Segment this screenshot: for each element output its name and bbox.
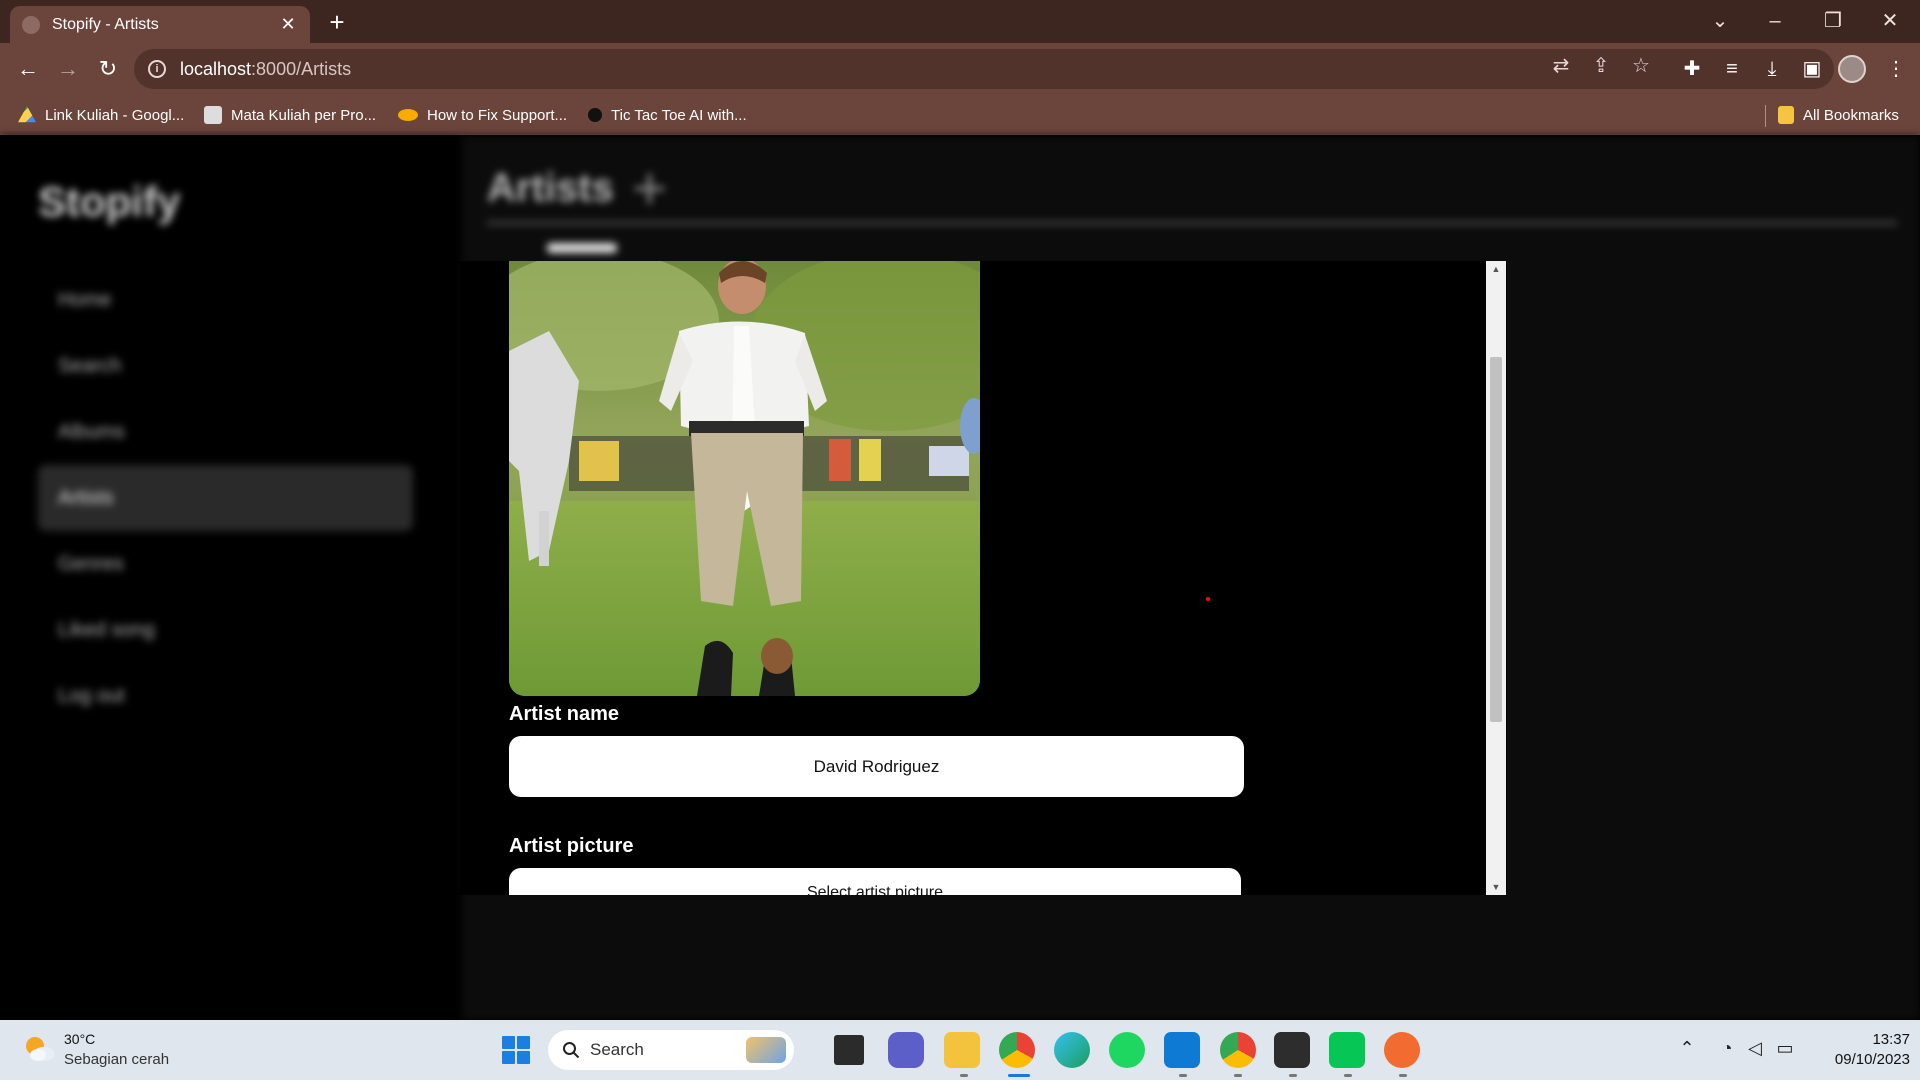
- app-indicator: [1234, 1074, 1242, 1077]
- side-panel-icon[interactable]: ▣: [1796, 53, 1828, 85]
- sidebar-item-home[interactable]: Home: [38, 267, 413, 333]
- app-indicator: [1399, 1074, 1407, 1077]
- app-indicator: [1179, 1074, 1187, 1077]
- site-icon: [204, 106, 222, 124]
- chevron-up-icon[interactable]: ⌃: [1675, 1038, 1699, 1059]
- weather-temperature: 30°C: [64, 1031, 96, 1047]
- browser-tabstrip: Stopify - Artists ✕ + ⌄ – ❐ ✕: [0, 0, 1920, 43]
- volume-icon[interactable]: ◁: [1743, 1038, 1767, 1059]
- search-icon: [563, 1042, 580, 1059]
- postman-icon[interactable]: [1384, 1032, 1420, 1068]
- chrome-profile-icon[interactable]: [1220, 1032, 1256, 1068]
- content-tab: [547, 243, 617, 253]
- weather-description: Sebagian cerah: [64, 1051, 170, 1068]
- back-arrow-icon[interactable]: ←: [12, 53, 44, 85]
- address-bar[interactable]: i localhost:8000/Artists: [134, 49, 1834, 89]
- site-info-icon[interactable]: i: [148, 60, 166, 78]
- new-tab-button[interactable]: +: [322, 8, 352, 38]
- sidebar-item-artists[interactable]: Artists: [38, 465, 413, 531]
- teams-chat-icon[interactable]: [888, 1032, 924, 1068]
- reload-icon[interactable]: ↻: [92, 53, 124, 85]
- sidebar-item-albums[interactable]: Albums: [38, 399, 413, 465]
- artist-picture-label: Artist picture: [509, 835, 634, 857]
- google-drive-icon: [18, 106, 36, 123]
- profile-avatar[interactable]: [1838, 55, 1866, 83]
- windows-start-icon[interactable]: [502, 1036, 530, 1064]
- app-indicator: [960, 1074, 968, 1077]
- terminal-icon[interactable]: [1274, 1032, 1310, 1068]
- line-icon[interactable]: [1329, 1032, 1365, 1068]
- tab-close-icon[interactable]: ✕: [278, 14, 298, 35]
- modal-scrollbar[interactable]: ▲ ▼: [1486, 261, 1506, 895]
- edge-icon[interactable]: [1054, 1032, 1090, 1068]
- folder-icon: [1778, 106, 1794, 124]
- url-text: localhost:8000/Artists: [180, 58, 352, 79]
- media-queue-icon[interactable]: ≡: [1716, 53, 1748, 85]
- tab-favicon-icon: [22, 15, 40, 34]
- search-placeholder: Search: [590, 1040, 644, 1059]
- bookmark-item[interactable]: Link Kuliah - Googl...: [18, 103, 184, 127]
- chrome-icon[interactable]: [999, 1032, 1035, 1068]
- browser-toolbar: ← → ↻ i localhost:8000/Artists ⇄ ⇪ ☆ ✚ ≡…: [0, 43, 1920, 95]
- file-explorer-icon[interactable]: [944, 1032, 980, 1068]
- title-divider: [487, 221, 1897, 225]
- search-highlight-icon: [746, 1037, 786, 1063]
- bookmark-item[interactable]: How to Fix Support...: [398, 103, 567, 127]
- bookmarks-divider: [1765, 105, 1766, 127]
- page-title: Artists: [487, 166, 614, 210]
- scroll-down-arrow-icon[interactable]: ▼: [1486, 879, 1506, 895]
- menu-kebab-icon[interactable]: ⋮: [1880, 53, 1912, 85]
- bookmarks-bar: Link Kuliah - Googl... Mata Kuliah per P…: [0, 95, 1920, 135]
- tab-title: Stopify - Artists: [52, 15, 159, 33]
- bookmark-star-icon[interactable]: ☆: [1628, 53, 1654, 78]
- colab-icon: [398, 109, 418, 121]
- site-icon: [588, 108, 602, 122]
- browser-tab-active[interactable]: Stopify - Artists ✕: [10, 6, 310, 43]
- sidebar-item-log-out[interactable]: Log out: [38, 663, 413, 729]
- bookmark-item[interactable]: Tic Tac Toe AI with...: [588, 103, 747, 127]
- close-window-button[interactable]: ✕: [1870, 6, 1910, 36]
- brand-logo: Stopify: [38, 178, 181, 225]
- artist-name-label: Artist name: [509, 703, 620, 725]
- battery-icon[interactable]: ▭: [1773, 1038, 1797, 1059]
- artist-name-input[interactable]: [509, 736, 1244, 797]
- share-icon[interactable]: ⇪: [1588, 53, 1614, 78]
- artist-photo: [509, 261, 980, 696]
- sidebar-item-search[interactable]: Search: [38, 333, 413, 399]
- scroll-up-arrow-icon[interactable]: ▲: [1486, 261, 1506, 277]
- restore-button[interactable]: ❐: [1813, 6, 1853, 36]
- forward-arrow-icon[interactable]: →: [52, 53, 84, 85]
- scroll-thumb[interactable]: [1490, 357, 1502, 722]
- sidebar-item-liked-song[interactable]: Liked song: [38, 597, 413, 663]
- edit-artist-modal: Artist name Artist picture Select artist…: [460, 261, 1507, 895]
- clock-time[interactable]: 13:37: [1850, 1031, 1910, 1048]
- clock-date[interactable]: 09/10/2023: [1810, 1051, 1910, 1068]
- tab-search-chevron-icon[interactable]: ⌄: [1700, 6, 1740, 36]
- app-indicator: [1289, 1074, 1297, 1077]
- taskbar-search[interactable]: Search: [548, 1030, 794, 1070]
- app-indicator-active: [1008, 1074, 1030, 1077]
- minimize-button[interactable]: –: [1755, 6, 1795, 36]
- task-view-icon[interactable]: [834, 1035, 864, 1065]
- bookmark-item[interactable]: Mata Kuliah per Pro...: [204, 103, 376, 127]
- weather-partly-sunny-icon[interactable]: [22, 1032, 56, 1066]
- cursor-dot: [1206, 597, 1210, 601]
- spotify-icon[interactable]: [1109, 1032, 1145, 1068]
- wifi-icon[interactable]: ◔: [1715, 1038, 1739, 1059]
- extensions-puzzle-icon[interactable]: ✚: [1676, 53, 1708, 85]
- all-bookmarks-button[interactable]: All Bookmarks: [1778, 103, 1899, 127]
- download-icon[interactable]: ⤓: [1756, 53, 1788, 85]
- windows-taskbar: 30°C Sebagian cerah Search ⌃ ◔ ◁ ▭ 13:37…: [0, 1020, 1920, 1080]
- vscode-icon[interactable]: [1164, 1032, 1200, 1068]
- sidebar: Stopify Home Search Albums Artists Genre…: [0, 136, 462, 1020]
- select-artist-picture-button[interactable]: Select artist picture: [509, 868, 1241, 895]
- add-artist-button[interactable]: +: [632, 154, 667, 223]
- app-indicator: [1344, 1074, 1352, 1077]
- translate-icon[interactable]: ⇄: [1548, 53, 1574, 78]
- sidebar-item-genres[interactable]: Genres: [38, 531, 413, 597]
- artist-photo-image: [509, 261, 980, 696]
